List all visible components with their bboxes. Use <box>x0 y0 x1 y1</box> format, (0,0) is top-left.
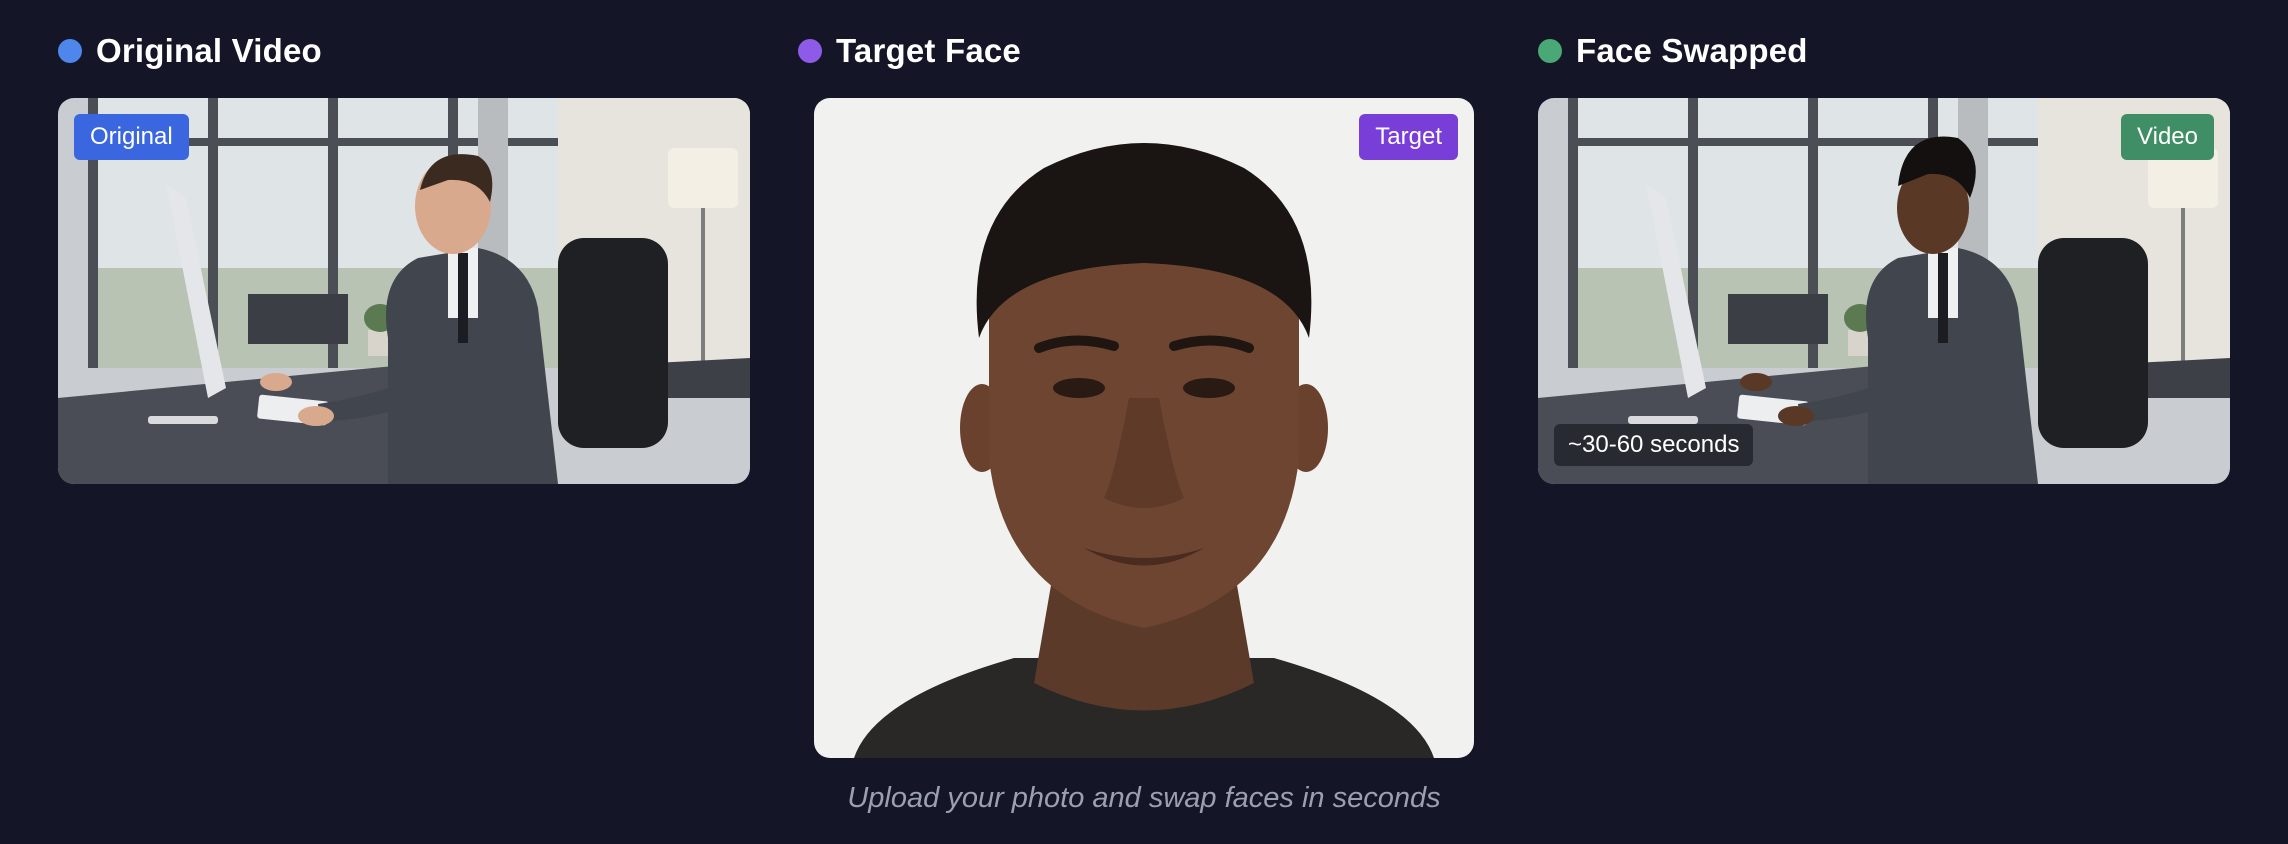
video-badge: Video <box>2121 114 2214 160</box>
target-status-dot <box>798 39 822 63</box>
original-status-dot <box>58 39 82 63</box>
target-face-header: Target Face <box>798 28 1021 74</box>
swapped-status-dot <box>1538 39 1562 63</box>
original-badge: Original <box>74 114 189 160</box>
original-video-title: Original Video <box>96 32 322 69</box>
target-face-card[interactable]: Target <box>814 98 1474 758</box>
original-video-card[interactable]: Original <box>58 98 750 484</box>
face-swapped-title: Face Swapped <box>1576 32 1808 69</box>
target-badge: Target <box>1359 114 1458 160</box>
face-swapped-header: Face Swapped <box>1538 28 1808 74</box>
target-face-title: Target Face <box>836 32 1021 69</box>
tagline-caption: Upload your photo and swap faces in seco… <box>847 782 1441 814</box>
original-video-header: Original Video <box>58 28 322 74</box>
portrait-image <box>814 98 1474 758</box>
face-swapped-card[interactable]: Video ~30-60 seconds <box>1538 98 2230 484</box>
processing-time-label: ~30-60 seconds <box>1554 424 1754 466</box>
